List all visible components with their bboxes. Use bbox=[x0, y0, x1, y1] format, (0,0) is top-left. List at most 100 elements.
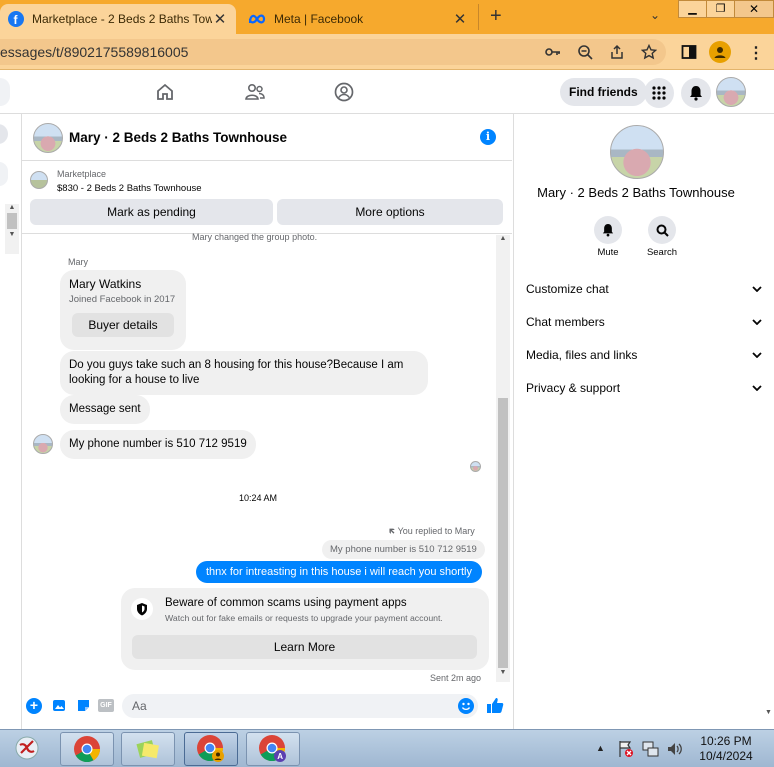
reply-note: 🡼 You replied to Mary bbox=[389, 526, 475, 536]
address-bar[interactable]: essages/t/8902175589816005 bbox=[0, 39, 666, 65]
search-icon[interactable] bbox=[648, 216, 676, 244]
quoted-message[interactable]: My phone number is 510 712 9519 bbox=[322, 540, 485, 559]
menu-label: Privacy & support bbox=[526, 381, 621, 395]
menu-chat-members[interactable]: Chat members bbox=[526, 312, 762, 332]
url-text: essages/t/8902175589816005 bbox=[0, 44, 189, 60]
reply-arrow-icon: 🡼 bbox=[389, 526, 396, 536]
messages-scrollbar[interactable]: ▲ ▼ bbox=[496, 235, 510, 682]
chat-title[interactable]: Mary · 2 Beds 2 Baths Townhouse bbox=[69, 130, 287, 145]
minimize-icon[interactable]: ▁ bbox=[679, 1, 706, 17]
message-input[interactable]: Aa bbox=[122, 694, 478, 718]
scam-warning-card: Beware of common scams using payment app… bbox=[121, 588, 489, 670]
share-icon[interactable] bbox=[609, 44, 625, 60]
warning-body: Watch out for fake emails or requests to… bbox=[165, 613, 443, 623]
tray-clock[interactable]: 10:26 PM 10/4/2024 bbox=[690, 734, 762, 764]
gif-icon[interactable]: GIF bbox=[98, 699, 114, 712]
listing-thumbnail[interactable] bbox=[30, 171, 48, 189]
photo-icon[interactable] bbox=[52, 698, 67, 713]
tab-marketplace[interactable]: f Marketplace - 2 Beds 2 Baths Tow ✕ bbox=[0, 4, 236, 34]
home-icon[interactable] bbox=[155, 82, 175, 102]
chevron-down-icon bbox=[752, 352, 762, 358]
listing-label: Marketplace bbox=[57, 169, 107, 179]
browser-toolbar: essages/t/8902175589816005 ⋮ bbox=[0, 34, 774, 70]
sticker-icon[interactable] bbox=[76, 698, 91, 713]
message-timestamp: 10:24 AM bbox=[239, 493, 278, 503]
profile-name: Mary Watkins bbox=[69, 277, 142, 291]
menu-privacy-support[interactable]: Privacy & support bbox=[526, 378, 762, 398]
like-thumb-icon[interactable] bbox=[486, 696, 504, 714]
system-message: Mary changed the group photo. bbox=[192, 232, 318, 242]
bookmark-star-icon[interactable] bbox=[641, 44, 657, 60]
menu-media-files-links[interactable]: Media, files and links bbox=[526, 345, 762, 365]
menu-label: Chat members bbox=[526, 315, 605, 329]
tray-flag-icon[interactable] bbox=[618, 740, 634, 758]
sender-avatar[interactable] bbox=[33, 434, 53, 454]
mute-label[interactable]: Mute bbox=[584, 247, 632, 258]
zoom-out-icon[interactable] bbox=[577, 44, 593, 60]
info-icon[interactable]: i bbox=[480, 129, 496, 145]
message-bubble[interactable]: Message sent bbox=[60, 395, 150, 424]
taskbar-chrome-profile-icon[interactable] bbox=[184, 732, 238, 766]
key-icon[interactable] bbox=[545, 45, 561, 59]
chevron-down-icon bbox=[752, 286, 762, 292]
new-tab-icon[interactable]: + bbox=[490, 5, 502, 28]
menu-grid-icon[interactable] bbox=[644, 78, 674, 108]
search-label[interactable]: Search bbox=[638, 247, 686, 258]
menu-customize-chat[interactable]: Customize chat bbox=[526, 279, 762, 299]
svg-text:A: A bbox=[277, 752, 283, 761]
profile-icon[interactable] bbox=[709, 41, 731, 63]
tab-close-icon[interactable]: ✕ bbox=[452, 10, 468, 28]
taskbar-chrome-profile-a-icon[interactable]: A bbox=[246, 732, 300, 766]
my-message-bubble[interactable]: thnx for intreasting in this house i wil… bbox=[196, 561, 482, 583]
message-bubble[interactable]: Do you guys take such an 8 housing for t… bbox=[60, 351, 428, 395]
tab-title: Marketplace - 2 Beds 2 Baths Tow bbox=[32, 12, 212, 26]
chat-list-scrollbar[interactable]: ▲ ▼ bbox=[5, 204, 19, 254]
taskbar-sticky-notes-icon[interactable] bbox=[121, 732, 175, 766]
learn-more-button[interactable]: Learn More bbox=[132, 635, 477, 659]
friends-icon[interactable] bbox=[244, 82, 266, 102]
chat-details-panel: Mary · 2 Beds 2 Baths Townhouse Mute Sea… bbox=[513, 114, 774, 729]
chevron-down-icon bbox=[752, 385, 762, 391]
profile-joined: Joined Facebook in 2017 bbox=[69, 294, 176, 305]
sender-name: Mary bbox=[68, 257, 88, 267]
windows-taskbar: A ▲ 10:26 PM 10/4/2024 bbox=[0, 729, 774, 767]
details-avatar[interactable] bbox=[610, 125, 664, 179]
message-input-placeholder: Aa bbox=[132, 699, 147, 713]
tray-expand-icon[interactable]: ▲ bbox=[596, 743, 605, 753]
message-bubble[interactable]: My phone number is 510 712 9519 bbox=[60, 430, 256, 459]
facebook-icon: f bbox=[8, 11, 24, 27]
menu-label: Media, files and links bbox=[526, 348, 638, 362]
find-friends-button[interactable]: Find friends bbox=[560, 78, 647, 106]
start-button-icon[interactable] bbox=[2, 731, 52, 765]
restore-icon[interactable]: ❐ bbox=[706, 1, 734, 17]
emoji-icon[interactable] bbox=[458, 698, 474, 714]
search-box-edge[interactable] bbox=[0, 78, 10, 106]
tab-close-icon[interactable]: ✕ bbox=[212, 10, 228, 28]
chevron-down-icon bbox=[752, 319, 762, 325]
notifications-bell-icon[interactable] bbox=[681, 78, 711, 108]
mark-as-pending-button[interactable]: Mark as pending bbox=[30, 199, 273, 225]
listing-detail[interactable]: $830 - 2 Beds 2 Baths Townhouse bbox=[57, 183, 202, 194]
chat-avatar[interactable] bbox=[33, 123, 63, 153]
browser-menu-icon[interactable]: ⋮ bbox=[748, 43, 764, 63]
browser-tab-strip: f Marketplace - 2 Beds 2 Baths Tow ✕ Met… bbox=[0, 0, 774, 34]
clock-date: 10/4/2024 bbox=[699, 749, 753, 763]
buyer-details-button[interactable]: Buyer details bbox=[72, 313, 174, 337]
side-panel-icon[interactable] bbox=[681, 44, 697, 60]
page-scroll-down-icon[interactable]: ▼ bbox=[765, 709, 772, 716]
more-options-button[interactable]: More options bbox=[277, 199, 503, 225]
account-avatar[interactable] bbox=[716, 77, 746, 107]
taskbar-chrome-icon[interactable] bbox=[60, 732, 114, 766]
mute-bell-icon[interactable] bbox=[594, 216, 622, 244]
sent-status: Sent 2m ago bbox=[430, 673, 482, 683]
groups-icon[interactable] bbox=[334, 82, 354, 102]
tab-search-chevron-icon[interactable]: ⌄ bbox=[650, 8, 660, 22]
shield-icon bbox=[131, 598, 153, 620]
add-icon[interactable]: + bbox=[26, 698, 42, 714]
tray-network-icon[interactable] bbox=[642, 740, 660, 758]
window-close-icon[interactable]: ✕ bbox=[734, 1, 773, 17]
details-name: Mary · 2 Beds 2 Baths Townhouse bbox=[537, 185, 735, 200]
scrollbar-thumb[interactable] bbox=[498, 398, 508, 668]
tray-volume-icon[interactable] bbox=[666, 740, 684, 758]
tab-meta[interactable]: Meta | Facebook ✕ bbox=[240, 4, 476, 34]
